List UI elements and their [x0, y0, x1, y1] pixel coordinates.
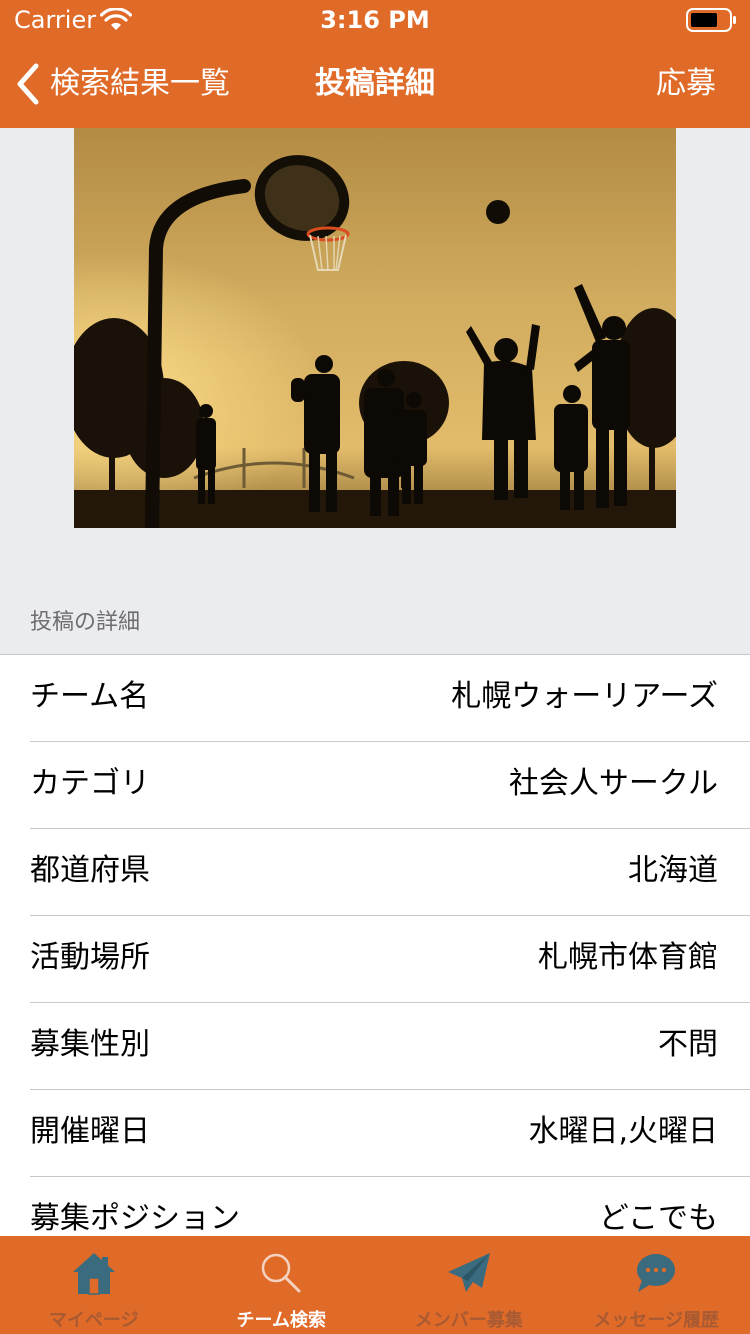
tab-paper-plane[interactable]: メンバー募集 — [375, 1236, 563, 1334]
detail-row: チーム名 札幌ウォーリアーズ — [0, 655, 750, 742]
back-button[interactable]: 検索結果一覧 — [14, 58, 230, 110]
detail-label: 募集性別 — [30, 1027, 150, 1062]
nav-bar: 検索結果一覧 投稿詳細 応募 — [0, 40, 750, 128]
navigation-header: Carrier 3:16 PM 検索結果一覧 投稿詳細 応募 — [0, 0, 750, 128]
detail-value: 札幌ウォーリアーズ — [451, 679, 718, 714]
details-list: チーム名 札幌ウォーリアーズカテゴリ 社会人サークル都道府県 北海道活動場所 札幌市体育… — [0, 655, 750, 1264]
tab-chat-bubble[interactable]: メッセージ履歴 — [563, 1236, 750, 1334]
detail-label: カテゴリ — [30, 766, 150, 801]
back-label: 検索結果一覧 — [50, 66, 230, 101]
chevron-left-icon — [17, 63, 39, 105]
home-icon — [72, 1253, 115, 1295]
battery-icon — [686, 8, 736, 32]
tab-label: チーム検索 — [236, 1310, 326, 1331]
tab-home[interactable]: マイページ — [0, 1236, 188, 1334]
tab-bar: マイページ チーム検索 メンバー募集 メッセージ履歴 — [0, 1236, 750, 1334]
detail-label: 都道府県 — [30, 853, 150, 888]
detail-row: 開催曜日 水曜日,火曜日 — [0, 1090, 750, 1177]
detail-label: チーム名 — [30, 679, 150, 714]
detail-value: 不問 — [658, 1027, 718, 1062]
tab-search[interactable]: チーム検索 — [188, 1236, 376, 1334]
chat-bubble-icon — [637, 1254, 676, 1292]
paper-plane-icon — [447, 1253, 490, 1292]
detail-value: 北海道 — [628, 853, 718, 888]
search-icon — [262, 1253, 301, 1293]
hero-photo — [74, 128, 676, 528]
detail-value: 水曜日,火曜日 — [528, 1114, 718, 1149]
status-bar: Carrier 3:16 PM — [0, 0, 750, 40]
section-header: 投稿の詳細 — [30, 610, 141, 635]
detail-row: 都道府県 北海道 — [0, 829, 750, 916]
tab-label: メッセージ履歴 — [593, 1310, 720, 1331]
detail-value: 札幌市体育館 — [538, 940, 718, 975]
detail-row: 活動場所 札幌市体育館 — [0, 916, 750, 1003]
detail-value: 社会人サークル — [508, 766, 718, 801]
detail-row: カテゴリ 社会人サークル — [0, 742, 750, 829]
detail-label: 開催曜日 — [30, 1114, 150, 1149]
status-time: 3:16 PM — [320, 6, 430, 34]
detail-label: 活動場所 — [30, 940, 150, 975]
apply-button[interactable]: 応募 — [656, 58, 716, 110]
detail-row: 募集性別 不問 — [0, 1003, 750, 1090]
tab-label: メンバー募集 — [414, 1310, 523, 1331]
tab-label: マイページ — [48, 1310, 139, 1331]
